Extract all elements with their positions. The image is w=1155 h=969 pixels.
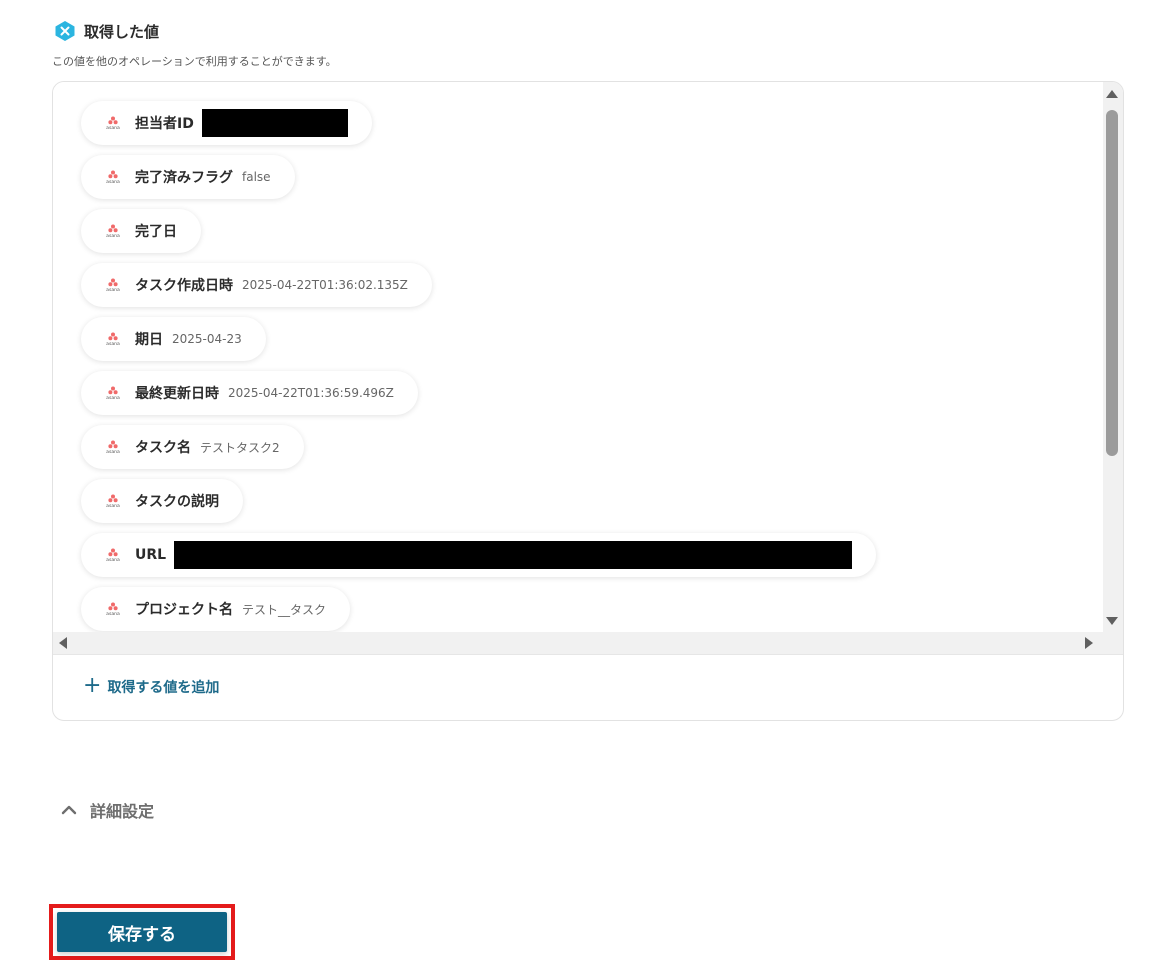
svg-text:asana: asana	[106, 180, 120, 184]
value-text: 2025-04-22T01:36:02.135Z	[242, 278, 408, 292]
value-text: 2025-04-23	[172, 332, 242, 346]
section-title: 取得した値	[54, 20, 159, 42]
asana-logo-icon: asana	[103, 386, 123, 400]
value-pill[interactable]: asana 担当者ID	[81, 101, 372, 145]
x-badge-icon	[54, 20, 76, 42]
value-pill[interactable]: asana URL	[81, 533, 877, 577]
value-label: 期日	[135, 332, 163, 348]
value-text: false	[242, 170, 271, 184]
scroll-left-arrow-icon[interactable]	[59, 637, 67, 649]
value-label: 最終更新日時	[135, 386, 219, 402]
value-pill[interactable]: asana 最終更新日時 2025-04-22T01:36:59.496Z	[81, 371, 418, 415]
values-panel: asana 担当者ID asana 完了済みフラグ false asana 完了日 asana…	[52, 81, 1124, 721]
svg-text:asana: asana	[106, 396, 120, 400]
value-label: タスク名	[135, 440, 191, 456]
horizontal-scrollbar[interactable]	[53, 632, 1123, 654]
value-label: 担当者ID	[135, 116, 194, 132]
svg-text:asana: asana	[106, 612, 120, 616]
vertical-scrollbar-thumb[interactable]	[1106, 110, 1118, 456]
scroll-right-arrow-icon[interactable]	[1085, 637, 1093, 649]
value-text: テスト__タスク	[242, 602, 327, 617]
value-pill[interactable]: asana 完了済みフラグ false	[81, 155, 295, 199]
redacted-value	[201, 109, 348, 137]
value-pill[interactable]: asana タスクの説明	[81, 479, 243, 523]
asana-logo-icon: asana	[103, 278, 123, 292]
value-label: タスク作成日時	[135, 278, 233, 294]
asana-logo-icon: asana	[103, 602, 123, 616]
redacted-value	[174, 541, 853, 569]
section-description: この値を他のオペレーションで利用することができます。	[52, 55, 337, 68]
svg-text:asana: asana	[106, 234, 120, 238]
value-text: テストタスク2	[200, 440, 280, 455]
details-settings-toggle[interactable]: 詳細設定	[60, 798, 154, 822]
svg-text:asana: asana	[106, 504, 120, 508]
value-label: プロジェクト名	[135, 602, 233, 618]
save-button[interactable]: 保存する	[57, 912, 227, 952]
value-pill[interactable]: asana タスク作成日時 2025-04-22T01:36:02.135Z	[81, 263, 432, 307]
asana-logo-icon: asana	[103, 116, 123, 130]
svg-text:asana: asana	[106, 126, 120, 130]
add-value-label: 取得する値を追加	[107, 680, 220, 696]
value-pill[interactable]: asana 完了日	[81, 209, 201, 253]
value-label: タスクの説明	[135, 494, 219, 510]
value-pill[interactable]: asana プロジェクト名 テスト__タスク	[81, 587, 351, 631]
asana-logo-icon: asana	[103, 548, 123, 562]
value-label: 完了済みフラグ	[135, 170, 233, 186]
svg-text:asana: asana	[106, 288, 120, 292]
svg-text:asana: asana	[106, 342, 120, 346]
scroll-up-arrow-icon[interactable]	[1106, 90, 1118, 98]
svg-text:asana: asana	[106, 450, 120, 454]
chevron-up-icon	[61, 805, 77, 815]
value-pill[interactable]: asana 期日 2025-04-23	[81, 317, 266, 361]
section-title-text: 取得した値	[84, 22, 160, 41]
asana-logo-icon: asana	[103, 494, 123, 508]
value-label: 完了日	[135, 224, 177, 240]
values-scroll-area[interactable]: asana 担当者ID asana 完了済みフラグ false asana 完了日 asana…	[53, 82, 1103, 632]
asana-logo-icon: asana	[103, 170, 123, 184]
asana-logo-icon: asana	[103, 332, 123, 346]
asana-logo-icon: asana	[103, 224, 123, 238]
plus-icon: +	[83, 673, 102, 698]
details-settings-label: 詳細設定	[90, 802, 155, 821]
svg-text:asana: asana	[106, 558, 120, 562]
value-pill[interactable]: asana タスク名 テストタスク2	[81, 425, 304, 469]
add-value-button[interactable]: + 取得する値を追加	[83, 673, 220, 698]
scroll-down-arrow-icon[interactable]	[1106, 617, 1118, 625]
value-list: asana 担当者ID asana 完了済みフラグ false asana 完了日 asana…	[81, 101, 877, 632]
panel-divider	[53, 654, 1123, 655]
asana-logo-icon: asana	[103, 440, 123, 454]
value-label: URL	[135, 547, 167, 563]
value-text: 2025-04-22T01:36:59.496Z	[228, 386, 394, 400]
